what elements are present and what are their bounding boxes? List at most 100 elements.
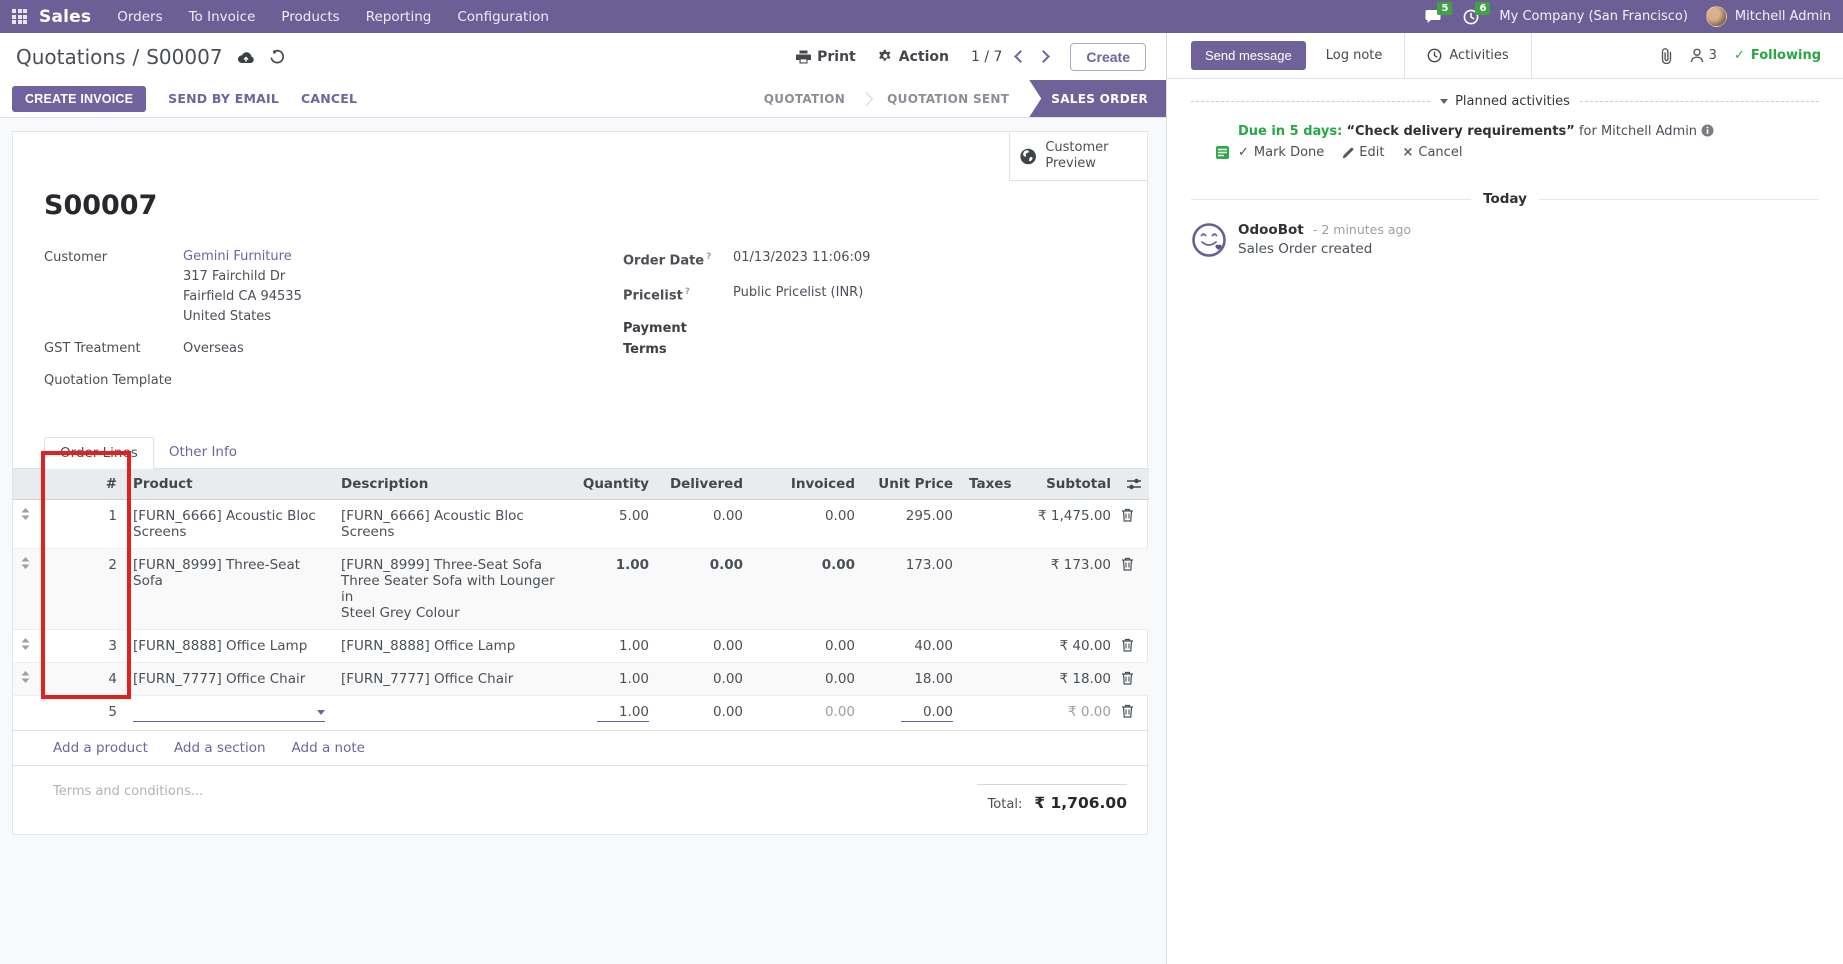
planned-activities-toggle[interactable]: Planned activities <box>1191 94 1819 109</box>
send-by-email-button[interactable]: SEND BY EMAIL <box>168 91 279 106</box>
line-unit-price[interactable]: 173.00 <box>863 549 961 630</box>
line-subtotal: ₹ 173.00 <box>1007 549 1119 630</box>
stage-quotation[interactable]: QUOTATION <box>750 92 859 106</box>
edit-activity-button[interactable]: Edit <box>1342 145 1384 160</box>
line-quantity[interactable]: 1.00 <box>565 663 657 696</box>
cancel-button[interactable]: CANCEL <box>301 91 357 106</box>
line-unit-price[interactable]: 40.00 <box>863 630 961 663</box>
activities-clock-icon[interactable]: 6 <box>1461 8 1481 26</box>
terms-and-conditions-input[interactable]: Terms and conditions... <box>53 784 203 799</box>
stage-quotation-sent[interactable]: QUOTATION SENT <box>873 92 1023 106</box>
line-delivered[interactable]: 0.00 <box>657 630 751 663</box>
line-taxes[interactable] <box>961 663 1007 696</box>
divider-line <box>1580 101 1819 102</box>
line-product[interactable]: [FURN_8888] Office Lamp <box>125 630 333 663</box>
line-delivered[interactable]: 0.00 <box>657 663 751 696</box>
messages-icon[interactable]: 5 <box>1423 8 1443 26</box>
line-taxes[interactable] <box>961 630 1007 663</box>
cancel-activity-button[interactable]: × Cancel <box>1402 145 1462 160</box>
add-a-note-link[interactable]: Add a note <box>292 740 365 756</box>
line-delivered[interactable]: 0.00 <box>657 500 751 549</box>
drag-handle-icon[interactable] <box>13 500 53 549</box>
following-button[interactable]: ✓ Following <box>1734 48 1821 63</box>
breadcrumb-quotations[interactable]: Quotations <box>16 45 125 69</box>
app-name[interactable]: Sales <box>39 7 91 27</box>
followers-count: 3 <box>1709 48 1717 63</box>
discard-undo-icon[interactable] <box>269 49 285 65</box>
line-description[interactable]: [FURN_8888] Office Lamp <box>333 630 565 663</box>
line-invoiced: 0.00 <box>751 500 863 549</box>
company-switcher[interactable]: My Company (San Francisco) <box>1499 9 1687 24</box>
activity-info-icon[interactable] <box>1701 124 1714 137</box>
send-message-button[interactable]: Send message <box>1191 41 1306 70</box>
product-dropdown-icon[interactable] <box>317 710 325 715</box>
attachments-button[interactable] <box>1659 48 1673 64</box>
menu-orders[interactable]: Orders <box>117 9 162 25</box>
new-line-unit-price-input[interactable]: 0.00 <box>863 696 961 731</box>
line-delivered[interactable]: 0.00 <box>657 549 751 630</box>
drag-handle-icon[interactable] <box>13 549 53 630</box>
line-unit-price[interactable]: 295.00 <box>863 500 961 549</box>
line-product[interactable]: [FURN_7777] Office Chair <box>125 663 333 696</box>
message-author[interactable]: OdooBot <box>1238 222 1304 238</box>
new-line-product-input[interactable] <box>125 696 333 731</box>
drag-handle-icon[interactable] <box>13 630 53 663</box>
new-line-description[interactable] <box>333 696 565 731</box>
drag-handle-icon[interactable] <box>13 663 53 696</box>
order-date-value[interactable]: 01/13/2023 11:06:09 <box>733 247 870 271</box>
planned-activities-label: Planned activities <box>1455 94 1570 109</box>
check-icon: ✓ <box>1734 48 1745 63</box>
user-menu[interactable]: Mitchell Admin <box>1706 6 1831 27</box>
new-line-quantity-input[interactable]: 1.00 <box>565 696 657 731</box>
line-quantity[interactable]: 1.00 <box>565 630 657 663</box>
optional-columns-icon[interactable] <box>1119 469 1149 500</box>
menu-products[interactable]: Products <box>281 9 339 25</box>
line-description[interactable]: [FURN_6666] Acoustic Bloc Screens <box>333 500 565 549</box>
print-button[interactable]: Print <box>796 49 856 65</box>
schedule-activity-button[interactable]: Activities <box>1404 33 1531 78</box>
line-product[interactable]: [FURN_8999] Three-Seat Sofa <box>125 549 333 630</box>
action-button[interactable]: Action <box>878 49 949 65</box>
line-quantity[interactable]: 1.00 <box>565 549 657 630</box>
activities-count-badge: 6 <box>1475 2 1490 15</box>
add-a-product-link[interactable]: Add a product <box>53 740 148 756</box>
line-quantity[interactable]: 5.00 <box>565 500 657 549</box>
line-taxes[interactable] <box>961 549 1007 630</box>
create-invoice-button[interactable]: CREATE INVOICE <box>12 86 146 112</box>
delete-line-icon[interactable] <box>1119 696 1149 731</box>
menu-configuration[interactable]: Configuration <box>457 9 549 25</box>
pager-previous-icon[interactable] <box>1015 50 1028 63</box>
delete-line-icon[interactable] <box>1119 549 1149 630</box>
save-cloud-icon[interactable] <box>237 50 255 64</box>
new-line-taxes[interactable] <box>961 696 1007 731</box>
line-taxes[interactable] <box>961 500 1007 549</box>
delete-line-icon[interactable] <box>1119 500 1149 549</box>
tab-other-info[interactable]: Other Info <box>154 437 252 469</box>
delete-line-icon[interactable] <box>1119 630 1149 663</box>
menu-reporting[interactable]: Reporting <box>366 9 432 25</box>
create-button[interactable]: Create <box>1070 43 1146 71</box>
pager-next-icon[interactable] <box>1038 50 1051 63</box>
line-product[interactable]: [FURN_6666] Acoustic Bloc Screens <box>125 500 333 549</box>
add-a-section-link[interactable]: Add a section <box>174 740 266 756</box>
mark-done-button[interactable]: ✓ Mark Done <box>1238 145 1324 160</box>
order-line-row: 2 [FURN_8999] Three-Seat Sofa [FURN_8999… <box>13 549 1149 630</box>
pager-value: 1 / 7 <box>971 49 1002 65</box>
gst-treatment-value[interactable]: Overseas <box>183 338 244 359</box>
line-unit-price[interactable]: 18.00 <box>863 663 961 696</box>
globe-icon <box>1020 146 1036 167</box>
line-description[interactable]: [FURN_7777] Office Chair <box>333 663 565 696</box>
customer-preview-button[interactable]: Customer Preview <box>1009 132 1147 181</box>
chatter-message: OdooBot - 2 minutes ago Sales Order crea… <box>1167 209 1843 271</box>
delete-line-icon[interactable] <box>1119 663 1149 696</box>
tab-order-lines[interactable]: Order Lines <box>44 437 154 469</box>
apps-grid-icon[interactable] <box>12 9 27 24</box>
stage-sales-order[interactable]: SALES ORDER <box>1029 80 1166 117</box>
menu-to-invoice[interactable]: To Invoice <box>189 9 256 25</box>
log-note-button[interactable]: Log note <box>1326 48 1383 63</box>
pricelist-value[interactable]: Public Pricelist (INR) <box>733 282 863 306</box>
followers-button[interactable]: 3 <box>1690 48 1717 63</box>
customer-value[interactable]: Gemini Furniture <box>183 247 302 267</box>
line-description[interactable]: [FURN_8999] Three-Seat Sofa Three Seater… <box>333 549 565 630</box>
pricelist-label: Pricelist? <box>623 282 733 306</box>
